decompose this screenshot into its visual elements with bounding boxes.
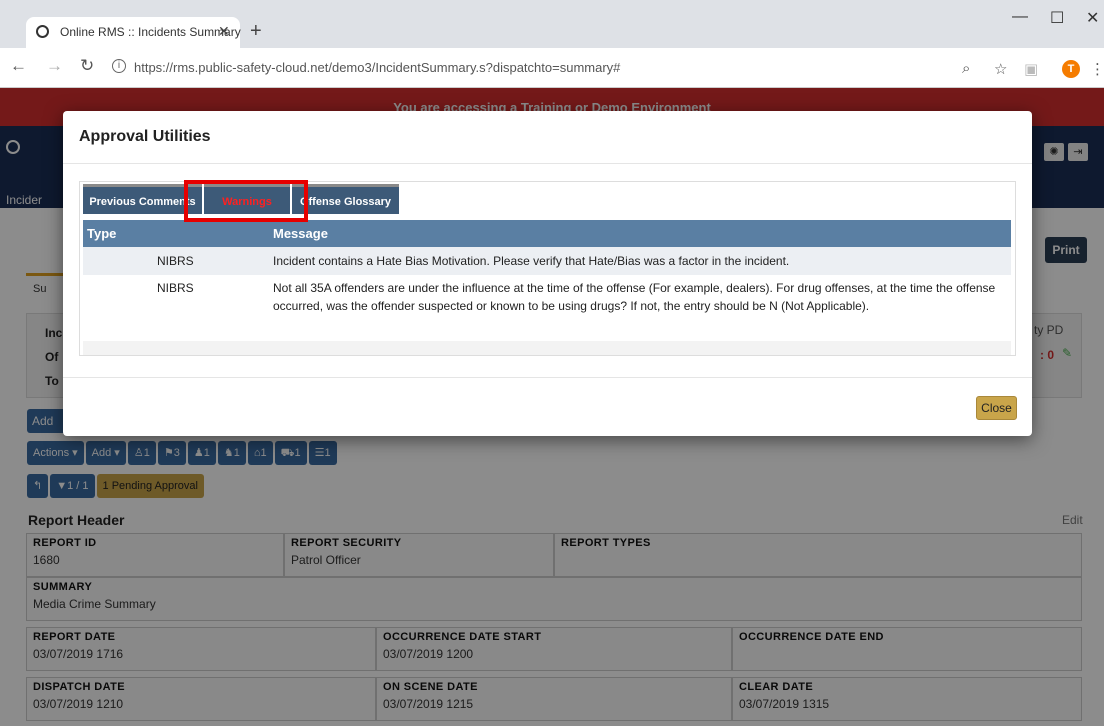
row-type: NIBRS <box>157 281 194 295</box>
url-text: https://rms.public-safety-cloud.net/demo… <box>134 60 621 75</box>
maximize-icon[interactable]: ☐ <box>1050 8 1064 28</box>
forward-icon[interactable]: → <box>46 56 63 76</box>
bookmark-star-icon[interactable]: ☆ <box>994 60 1007 78</box>
close-tab-icon[interactable]: ✕ <box>218 23 230 40</box>
browser-tab[interactable]: Online RMS :: Incidents Summary ✕ <box>26 17 241 48</box>
new-tab-icon[interactable]: + <box>250 20 262 43</box>
address-bar: ← → ↻ i https://rms.public-safety-cloud.… <box>0 48 1104 88</box>
close-button[interactable]: Close <box>976 396 1017 420</box>
approval-utilities-modal: Approval Utilities Previous Comments War… <box>63 111 1032 436</box>
profile-avatar[interactable]: T <box>1062 60 1080 78</box>
warnings-table: Type Message NIBRS Incident contains a H… <box>83 220 1011 355</box>
row-message: Incident contains a Hate Bias Motivation… <box>273 254 790 268</box>
reload-icon[interactable]: ↻ <box>80 56 94 76</box>
zoom-icon[interactable]: ⌕ <box>962 60 970 77</box>
menu-dots-icon[interactable]: ⋮ <box>1090 60 1104 78</box>
modal-footer-divider <box>63 377 1032 378</box>
highlight-box <box>184 180 308 222</box>
close-window-icon[interactable]: ✕ <box>1086 8 1099 28</box>
minimize-icon[interactable]: — <box>1012 8 1028 26</box>
back-icon[interactable]: ← <box>10 56 27 76</box>
modal-divider <box>63 163 1032 164</box>
row-type: NIBRS <box>157 254 194 268</box>
globe-icon <box>36 25 49 38</box>
table-row: NIBRS Not all 35A offenders are under th… <box>83 275 1011 341</box>
table-header: Type Message <box>83 220 1011 247</box>
modal-title: Approval Utilities <box>79 128 211 145</box>
column-header-message: Message <box>273 226 328 241</box>
row-message: Not all 35A offenders are under the infl… <box>273 281 996 313</box>
tab-offense-glossary[interactable]: Offense Glossary <box>292 184 399 214</box>
table-row: NIBRS Incident contains a Hate Bias Moti… <box>83 247 1011 275</box>
table-footer <box>83 341 1011 355</box>
browser-tab-title: Online RMS :: Incidents Summary <box>60 25 241 39</box>
info-icon[interactable]: i <box>112 59 126 73</box>
extension-icon[interactable]: ▣ <box>1024 60 1038 78</box>
browser-tab-bar: Online RMS :: Incidents Summary ✕ + — ☐ … <box>0 0 1104 48</box>
column-header-type: Type <box>87 226 117 241</box>
url-field[interactable]: i https://rms.public-safety-cloud.net/de… <box>104 54 954 82</box>
